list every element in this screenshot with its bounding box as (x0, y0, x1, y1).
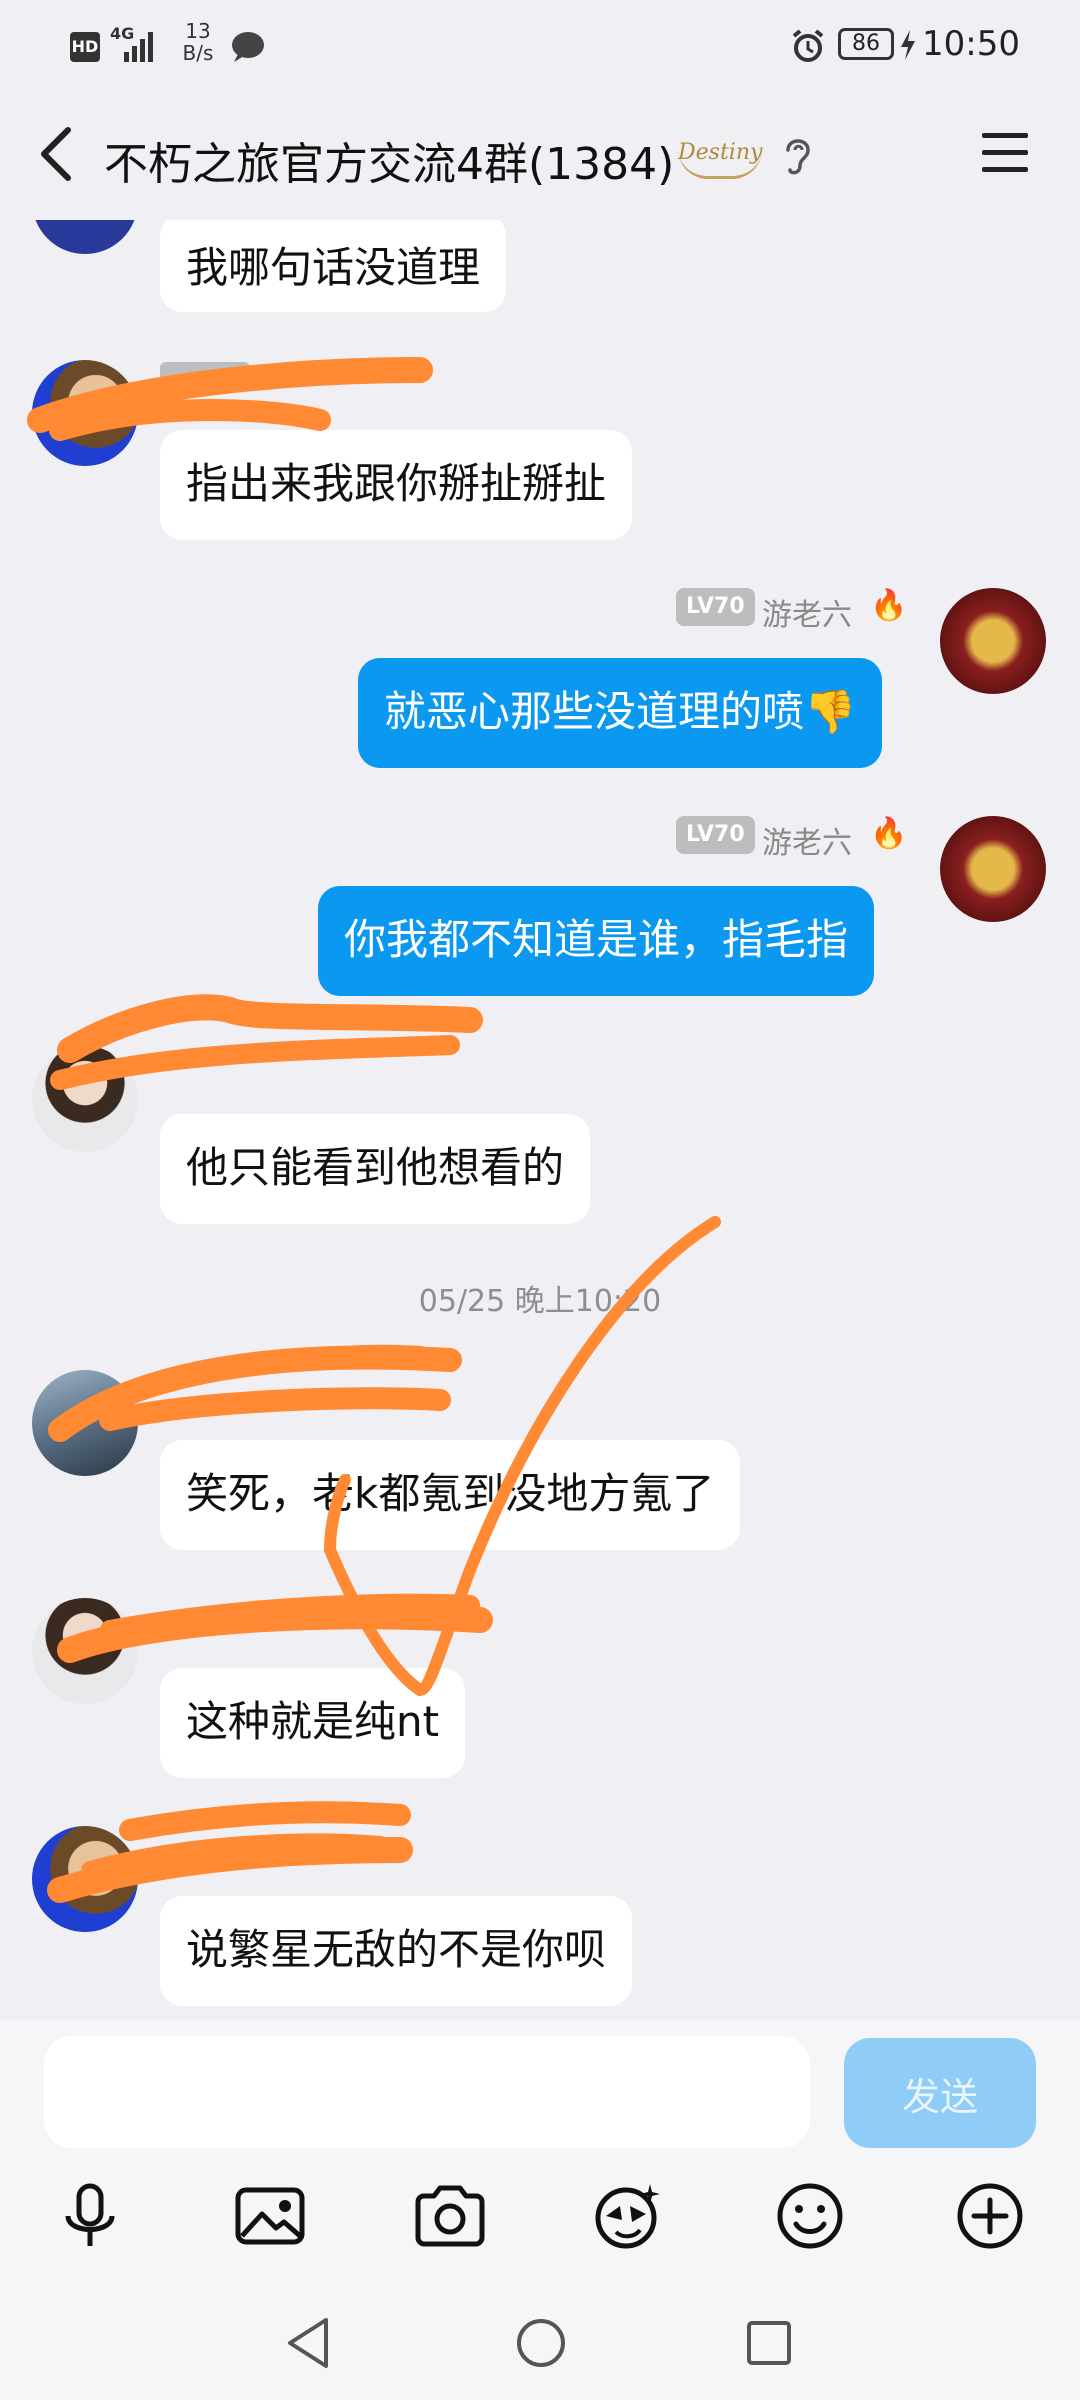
message-input[interactable] (44, 2036, 810, 2148)
destiny-logo: Destiny (678, 140, 762, 179)
chat-bubble-notification-icon (232, 32, 264, 62)
net-speed: 13 B/s (178, 20, 218, 64)
sticker-icon[interactable] (588, 2176, 668, 2256)
clock: 10:50 (922, 24, 1020, 64)
chat-title: 不朽之旅官方交流4群(1384) (104, 139, 675, 190)
alarm-icon (792, 29, 824, 62)
status-bar: HD 4G 13 B/s 86 10:50 (0, 0, 1080, 92)
net-speed-value: 13 (185, 19, 211, 43)
net-speed-unit: B/s (182, 41, 214, 65)
image-icon[interactable] (230, 2176, 310, 2256)
plus-icon[interactable] (950, 2176, 1030, 2256)
send-button[interactable]: 发送 (844, 2038, 1036, 2148)
scribble-overlay (27, 357, 721, 1903)
ear-icon[interactable] (778, 132, 818, 180)
home-circle-icon[interactable] (506, 2308, 576, 2378)
emoji-icon[interactable] (770, 2176, 850, 2256)
back-triangle-icon[interactable] (274, 2308, 344, 2378)
menu-icon[interactable] (980, 130, 1030, 176)
microphone-icon[interactable] (50, 2176, 130, 2256)
battery-indicator: 86 (838, 28, 894, 60)
camera-icon[interactable] (410, 2176, 490, 2256)
recents-square-icon[interactable] (734, 2308, 804, 2378)
signal-icon (124, 32, 153, 62)
hd-badge: HD (70, 32, 100, 62)
charging-bolt-icon (901, 30, 915, 60)
chat-area[interactable]: 我哪句话没道理 指出来我跟你掰扯掰扯 LV70 游老六 🔥 就恶心那些没道理的喷… (0, 220, 1080, 2020)
back-arrow-icon[interactable] (34, 124, 78, 184)
